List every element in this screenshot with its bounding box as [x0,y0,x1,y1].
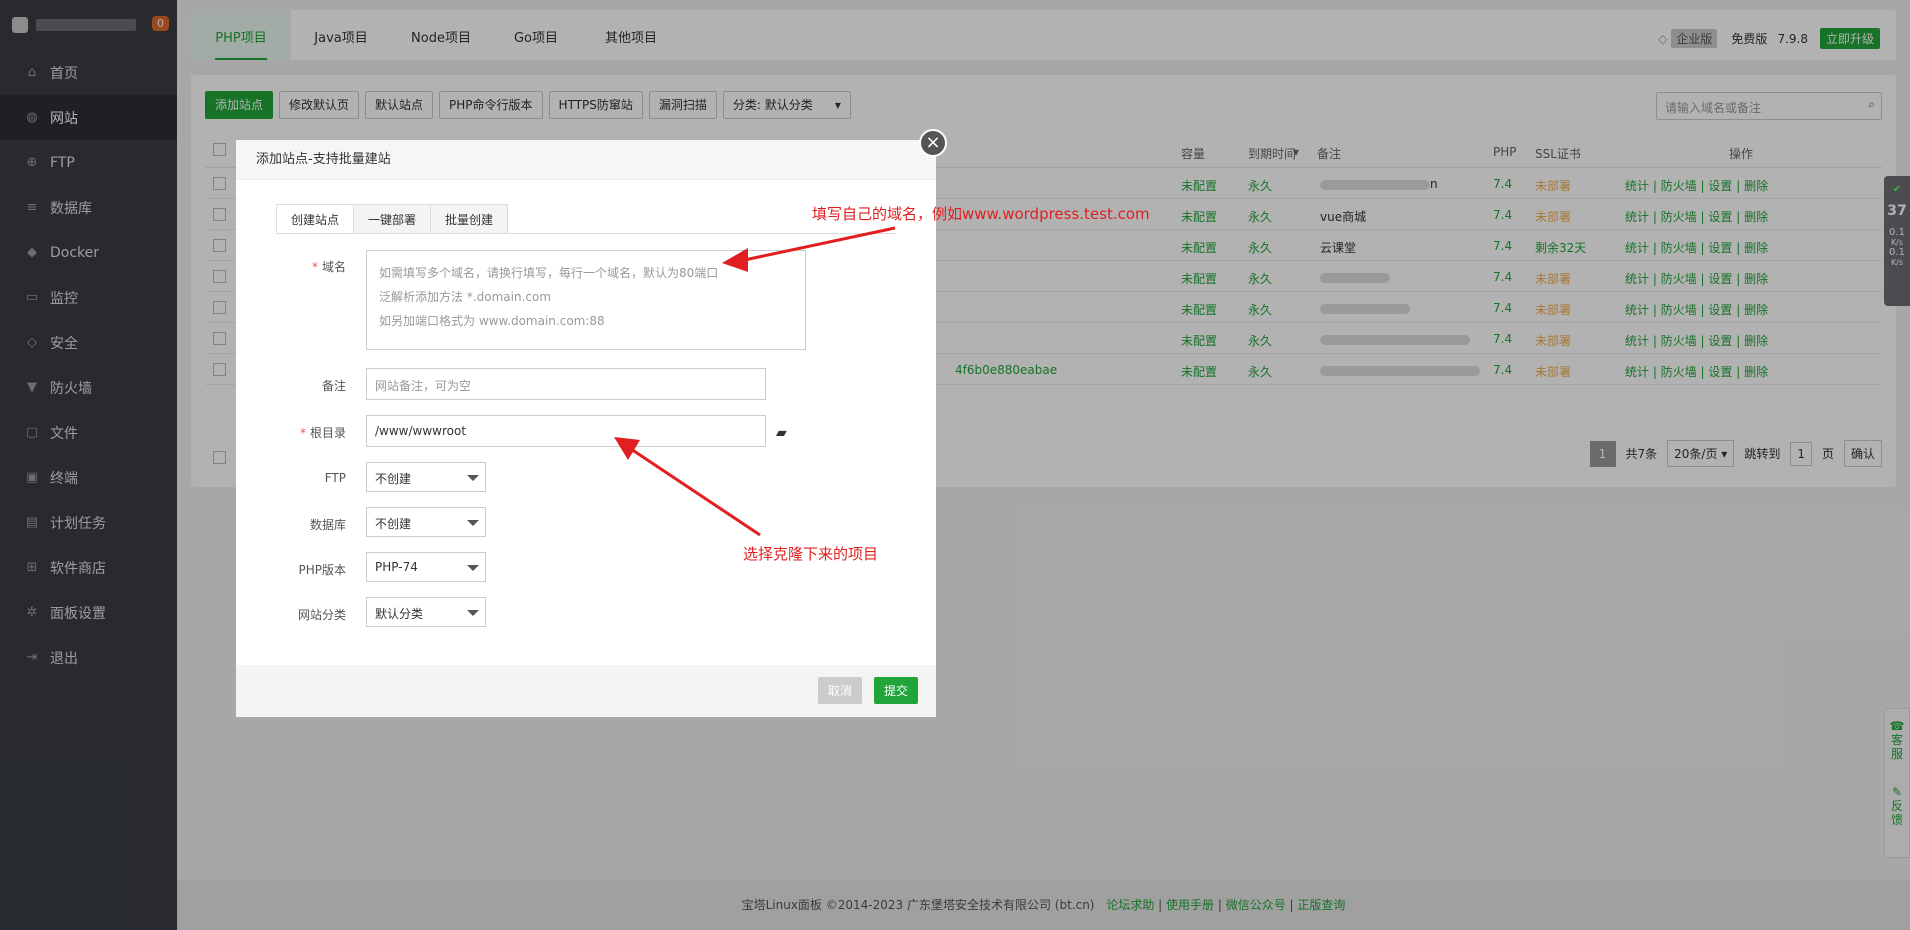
domain-annotation: 填写自己的域名，例如www.wordpress.test.com [812,205,1150,223]
domain-arrowhead [722,248,748,272]
root-arrow [624,443,761,537]
annotation-arrows [614,226,896,537]
domain-arrow [734,226,896,264]
root-annotation: 选择克隆下来的项目 [743,545,879,563]
root-arrowhead [614,437,640,460]
